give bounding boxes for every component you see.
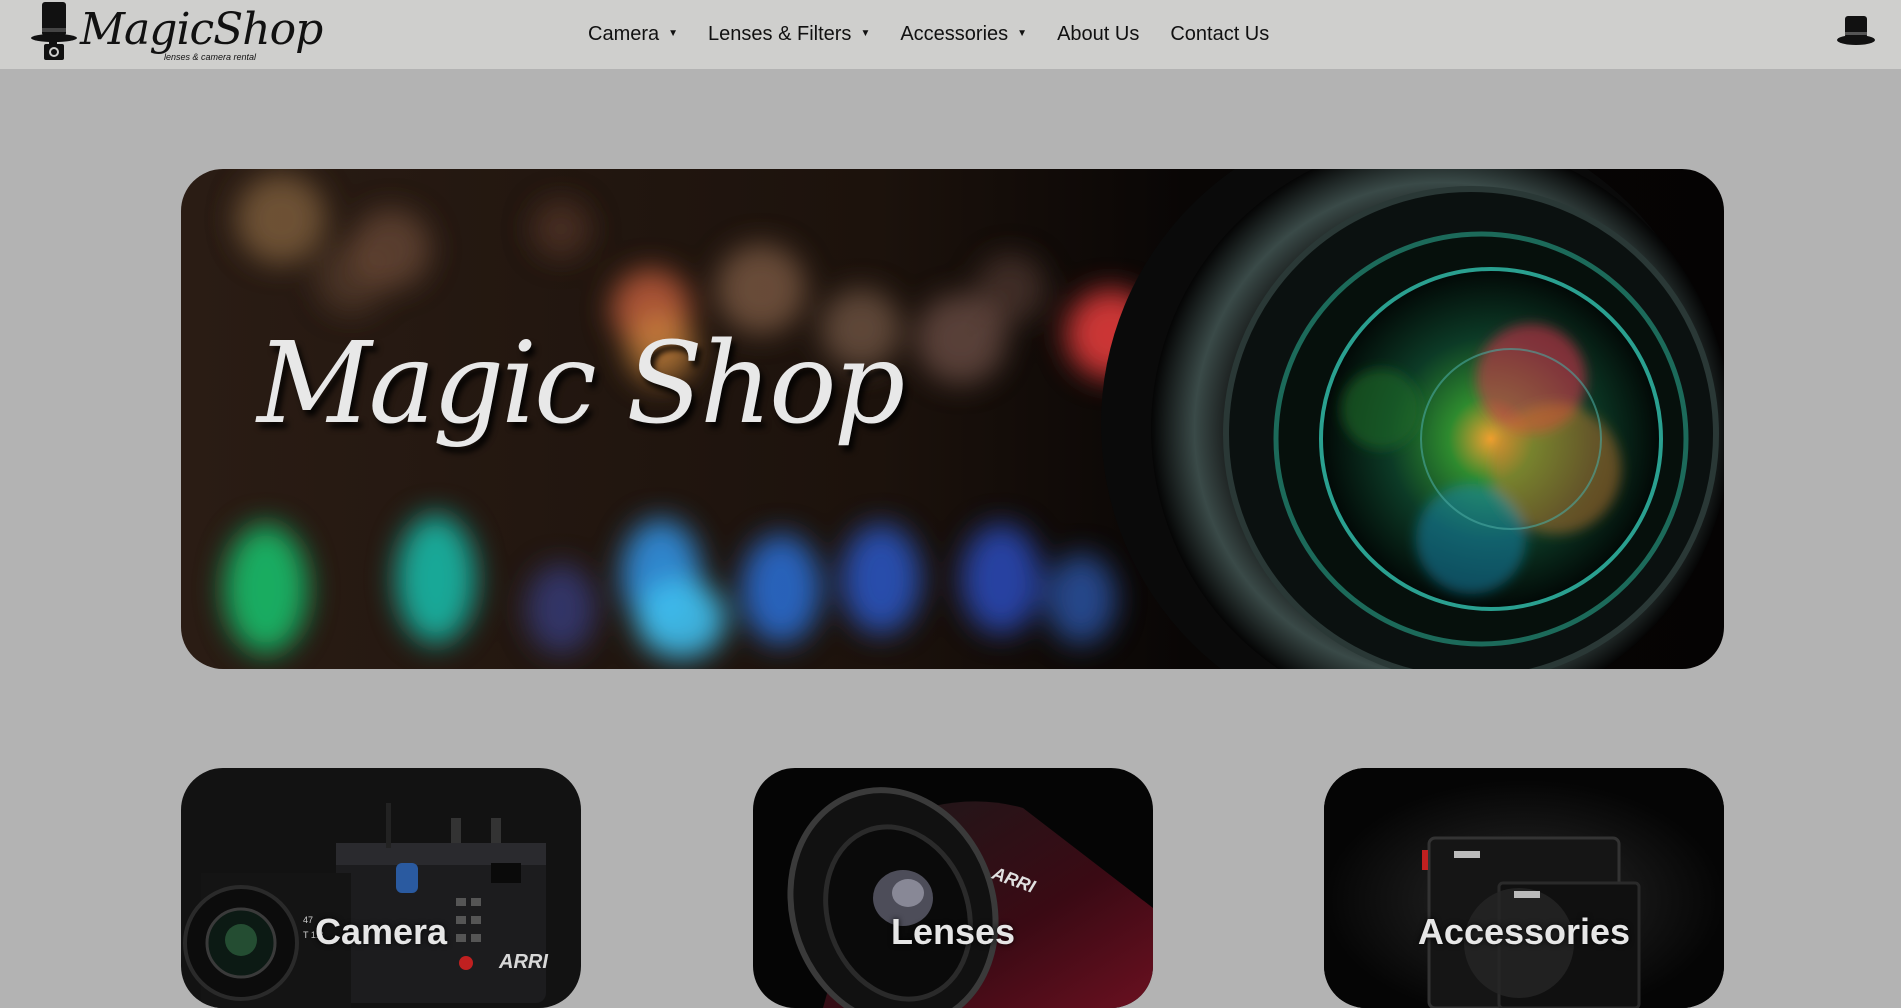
category-card-lenses-label: Lenses [890,911,1016,952]
nav-camera[interactable]: Camera ▼ [588,23,678,46]
category-card-camera-label: Camera [314,911,448,952]
brand-name: MagicShop [80,4,323,55]
caret-down-icon: ▼ [860,28,871,39]
hero-banner: Magic Shop [181,169,1724,669]
nav-contact-us-label: Contact Us [1170,23,1270,45]
nav-lenses-filters-label: Lenses & Filters [708,23,852,45]
nav-camera-label: Camera [588,23,660,45]
hero-title: Magic Shop [257,319,905,449]
nav-about-us-label: About Us [1057,23,1140,45]
top-hat-icon[interactable] [1836,14,1876,48]
category-card-camera[interactable]: ARRI 47 T 1.8 Camera [181,768,581,1008]
card-camera-brand: ARRI [498,951,548,973]
navbar: MagicShop lenses & camera rental Camera … [0,0,1901,69]
nav-about-us[interactable]: About Us [1057,23,1139,46]
category-card-accessories-label: Accessories [1417,911,1631,952]
caret-down-icon: ▼ [668,28,679,39]
matte-box-product-image [1324,768,1724,1008]
nav-accessories[interactable]: Accessories ▼ [900,23,1027,46]
category-card-accessories[interactable]: Accessories [1324,768,1724,1008]
category-card-lenses[interactable]: ARRI Lenses [753,768,1153,1008]
nav-lenses-filters[interactable]: Lenses & Filters ▼ [708,23,870,46]
lens-product-image: ARRI [787,787,1153,1008]
main-nav: Camera ▼ Lenses & Filters ▼ Accessories … [588,0,1300,69]
top-hat-camera-icon [31,2,77,60]
brand-logo[interactable]: MagicShop lenses & camera rental [30,0,323,66]
brand-tagline: lenses & camera rental [164,52,257,62]
caret-down-icon: ▼ [1017,28,1028,39]
nav-accessories-label: Accessories [900,23,1009,45]
camera-product-image: ARRI 47T 1.8 [183,803,548,1008]
nav-contact-us[interactable]: Contact Us [1170,23,1269,46]
